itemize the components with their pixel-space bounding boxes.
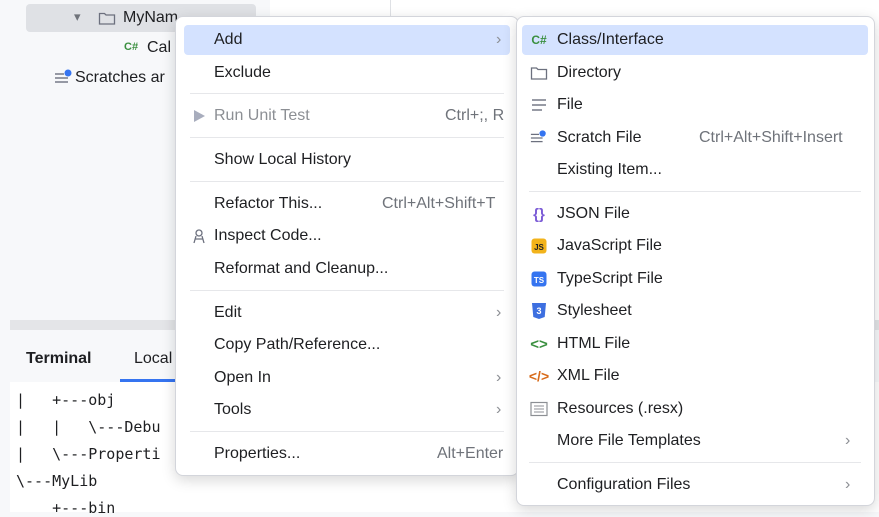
terminal-line: | \---Properti	[16, 445, 161, 463]
tab-local[interactable]: Local	[134, 350, 172, 368]
chevron-right-icon: ›	[845, 476, 851, 493]
menu-separator	[529, 191, 861, 192]
menu-item-tools[interactable]: Tools ›	[184, 395, 510, 425]
menu-separator	[529, 462, 861, 463]
context-menu: Add › Exclude Run Unit Test Ctrl+;, R Sh…	[175, 16, 519, 476]
chevron-right-icon: ›	[496, 369, 502, 386]
submenu-item-xml-file[interactable]: </> XML File	[522, 361, 868, 391]
add-submenu: C# Class/Interface Directory File Scratc…	[516, 16, 875, 506]
submenu-item-html-file[interactable]: <> HTML File	[522, 329, 868, 359]
resx-icon	[530, 400, 548, 418]
svg-text:TS: TS	[534, 276, 545, 285]
inspect-code-icon	[190, 227, 208, 245]
menu-separator	[190, 93, 504, 94]
menu-item-refactor-this[interactable]: Refactor This... Ctrl+Alt+Shift+T	[184, 189, 510, 219]
submenu-item-typescript-file[interactable]: TS TypeScript File	[522, 264, 868, 294]
menu-separator	[190, 431, 504, 432]
submenu-item-resources-resx[interactable]: Resources (.resx)	[522, 394, 868, 424]
menu-item-edit[interactable]: Edit ›	[184, 298, 510, 328]
csharp-file-icon: C#	[124, 41, 139, 53]
svg-text:3: 3	[536, 306, 541, 316]
tree-scratches-label: Scratches ar	[75, 69, 165, 86]
editor-divider	[390, 0, 391, 16]
terminal-line: \---MyLib	[16, 472, 98, 490]
menu-separator	[190, 181, 504, 182]
xml-icon: </>	[528, 368, 550, 384]
menu-item-exclude[interactable]: Exclude	[184, 58, 510, 88]
folder-icon	[98, 10, 116, 31]
folder-icon	[530, 64, 548, 82]
submenu-item-stylesheet[interactable]: 3 Stylesheet	[522, 296, 868, 326]
submenu-item-more-file-templates[interactable]: More File Templates ›	[522, 426, 868, 456]
typescript-icon: TS	[530, 270, 548, 288]
menu-separator	[190, 290, 504, 291]
css-icon: 3	[530, 302, 548, 320]
menu-item-show-local-history[interactable]: Show Local History	[184, 145, 510, 175]
chevron-right-icon: ›	[496, 304, 502, 321]
submenu-item-scratch-file[interactable]: Scratch File Ctrl+Alt+Shift+Insert	[522, 123, 868, 153]
submenu-item-json-file[interactable]: {} JSON File	[522, 199, 868, 229]
menu-item-inspect-code[interactable]: Inspect Code...	[184, 221, 510, 251]
submenu-item-directory[interactable]: Directory	[522, 58, 868, 88]
menu-item-properties[interactable]: Properties... Alt+Enter	[184, 439, 510, 469]
tree-folder-label: MyNam	[123, 9, 179, 26]
submenu-item-javascript-file[interactable]: JS JavaScript File	[522, 231, 868, 261]
terminal-line: +---bin	[16, 499, 116, 517]
chevron-right-icon: ›	[496, 401, 502, 418]
csharp-class-icon: C#	[531, 33, 547, 47]
scratch-file-icon	[530, 129, 548, 147]
chevron-right-icon: ›	[845, 432, 851, 449]
tree-file-label: Cal	[147, 39, 172, 56]
terminal-line: | +---obj	[16, 391, 116, 409]
submenu-item-class-interface[interactable]: C# Class/Interface	[522, 25, 868, 55]
menu-separator	[190, 137, 504, 138]
menu-item-copy-path[interactable]: Copy Path/Reference...	[184, 330, 510, 360]
menu-item-reformat-cleanup[interactable]: Reformat and Cleanup...	[184, 254, 510, 284]
menu-item-run-unit-test[interactable]: Run Unit Test Ctrl+;, R	[184, 101, 510, 131]
json-icon: {}	[533, 205, 545, 223]
chevron-right-icon: ›	[496, 31, 502, 48]
submenu-item-file[interactable]: File	[522, 90, 868, 120]
terminal-line: | | \---Debu	[16, 418, 161, 436]
javascript-icon: JS	[530, 237, 548, 255]
submenu-item-existing-item[interactable]: Existing Item...	[522, 155, 868, 185]
scratches-icon	[54, 69, 74, 92]
submenu-item-configuration-files[interactable]: Configuration Files ›	[522, 470, 868, 500]
menu-item-add[interactable]: Add ›	[184, 25, 510, 55]
chevron-down-icon: ▾	[74, 9, 81, 24]
file-icon	[530, 96, 548, 114]
svg-text:JS: JS	[534, 243, 544, 252]
menu-item-open-in[interactable]: Open In ›	[184, 363, 510, 393]
html-icon: <>	[530, 335, 548, 353]
run-icon	[190, 107, 208, 125]
tab-terminal[interactable]: Terminal	[26, 350, 92, 368]
